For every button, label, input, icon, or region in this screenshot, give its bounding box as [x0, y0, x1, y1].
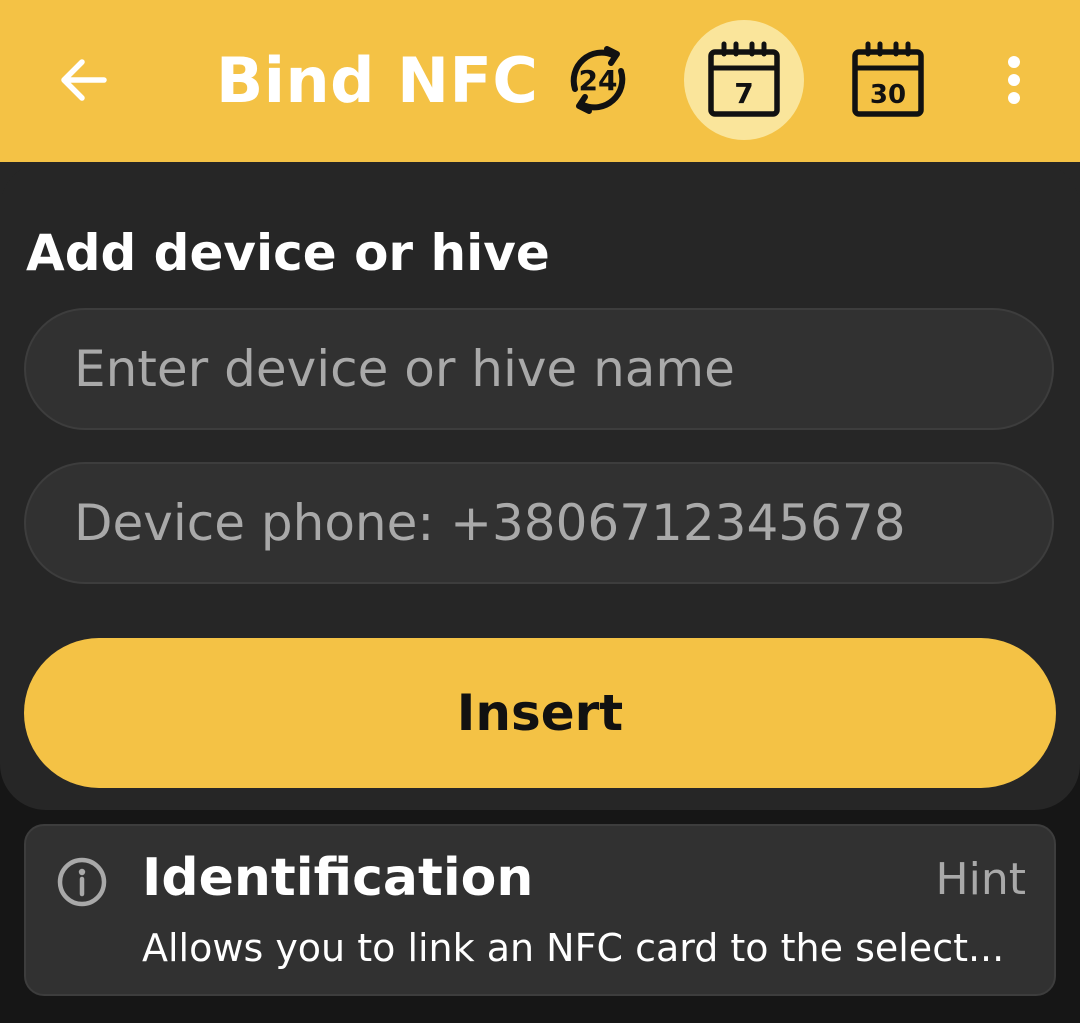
calendar-7-days-icon: 7	[708, 41, 780, 117]
period-7d-button[interactable]: 7	[684, 20, 804, 140]
period-24h-label: 24	[579, 64, 618, 97]
period-7d-label: 7	[734, 77, 753, 110]
hint-link[interactable]: Hint	[936, 854, 1026, 905]
device-name-input[interactable]	[26, 310, 1052, 428]
period-30d-label: 30	[870, 80, 906, 110]
period-24h-button[interactable]: 24	[538, 20, 658, 140]
calendar-30-days-icon: 30	[852, 41, 924, 117]
info-icon	[57, 857, 107, 907]
add-device-card: Add device or hive Insert	[0, 162, 1080, 810]
more-vertical-icon	[1008, 56, 1020, 104]
hint-title: Identification	[142, 848, 534, 908]
back-arrow-icon	[61, 59, 107, 101]
page-title: Bind NFC	[216, 44, 539, 117]
section-title: Add device or hive	[26, 224, 550, 282]
top-app-bar: Bind NFC 24 7 30	[0, 0, 1080, 162]
hint-card: Identification Hint Allows you to link a…	[24, 824, 1056, 996]
device-phone-field[interactable]	[24, 462, 1054, 584]
insert-button[interactable]: Insert	[24, 638, 1056, 788]
device-name-field[interactable]	[24, 308, 1054, 430]
period-30d-button[interactable]: 30	[828, 20, 948, 140]
back-button[interactable]	[44, 40, 124, 120]
overflow-menu-button[interactable]	[984, 40, 1044, 120]
period-24h-icon: 24	[570, 46, 626, 114]
device-phone-input[interactable]	[26, 464, 1052, 582]
hint-description: Allows you to link an NFC card to the se…	[142, 926, 1005, 970]
